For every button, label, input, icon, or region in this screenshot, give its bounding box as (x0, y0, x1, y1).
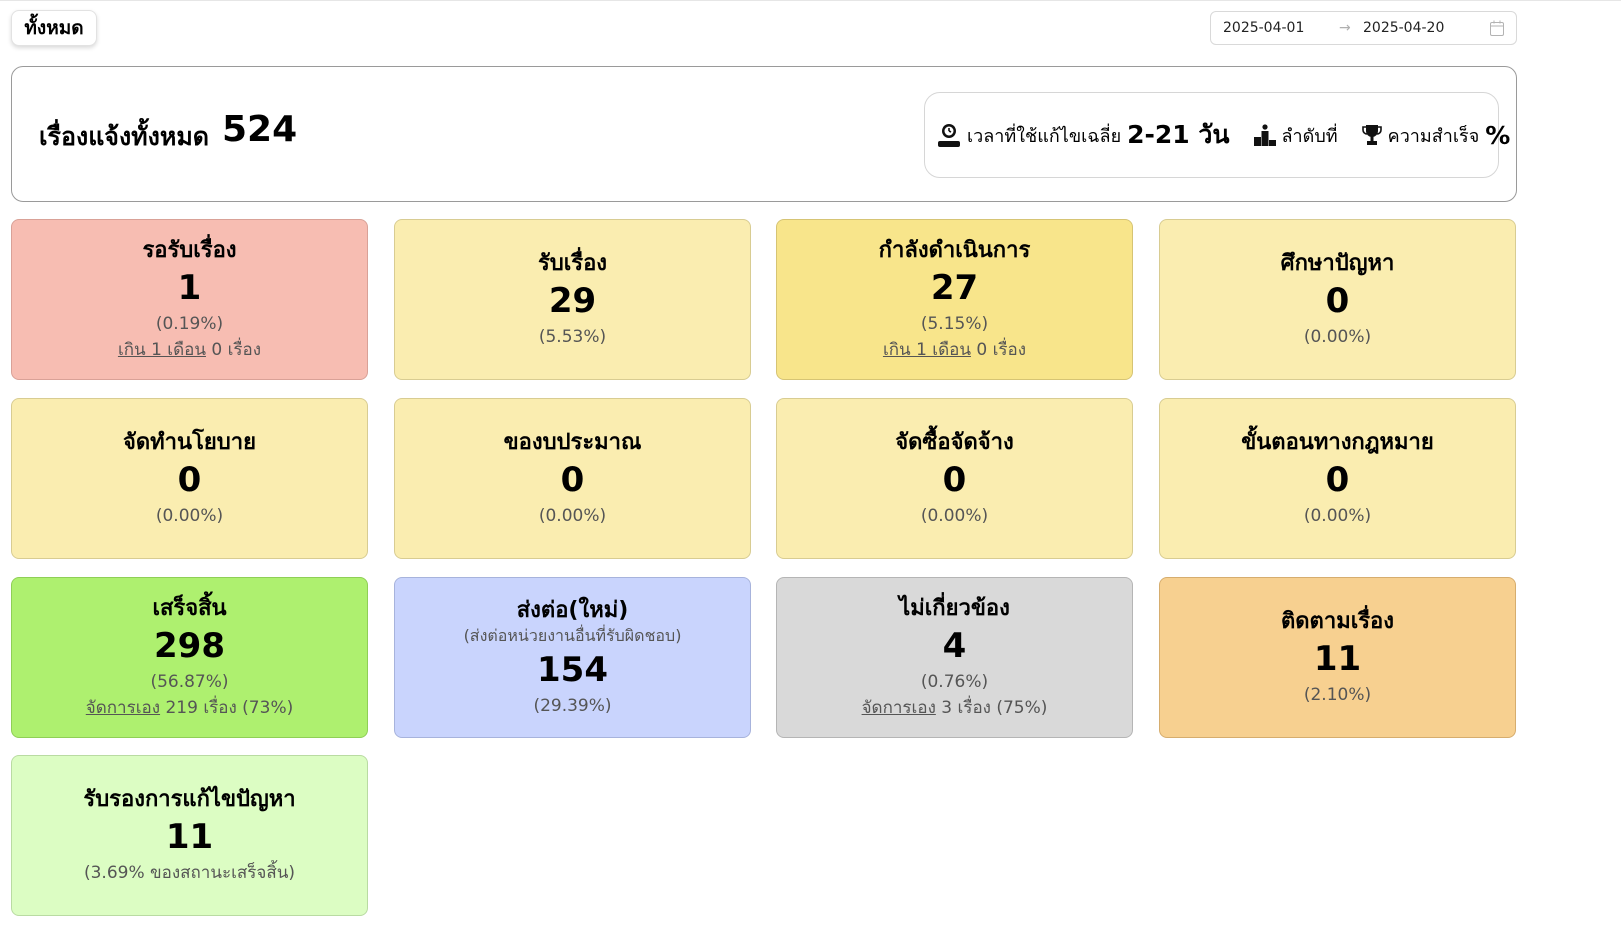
card-title: ศึกษาปัญหา (1280, 250, 1395, 276)
card-extra-count: 0 เรื่อง (970, 339, 1027, 360)
card-title: รับรองการแก้ไขปัญหา (83, 786, 296, 812)
card-percentage: (5.15%) (920, 313, 989, 334)
status-card-procurement[interactable]: จัดซื้อจัดจ้าง 0 (0.00%) (776, 398, 1133, 559)
over-one-month-link[interactable]: เกิน 1 เดือน (883, 340, 971, 360)
card-count: 298 (154, 625, 225, 666)
card-percentage: (2.10%) (1303, 684, 1372, 705)
card-extra-count: 3 เรื่อง (75%) (935, 697, 1048, 718)
card-title: กำลังดำเนินการ (878, 237, 1031, 263)
success-value: % (1485, 120, 1511, 150)
card-title: ของบประมาณ (503, 429, 642, 455)
status-card-waiting[interactable]: รอรับเรื่อง 1 (0.19%) เกิน 1 เดือน 0 เรื… (11, 219, 368, 380)
card-subtitle: (ส่งต่อหน่วยงานอื่นที่รับผิดชอบ) (463, 625, 682, 645)
card-title: จัดทำนโยบาย (123, 429, 256, 455)
card-percentage: (0.19%) (155, 313, 224, 334)
card-percentage: (0.00%) (1303, 505, 1372, 526)
podium-icon (1253, 124, 1276, 146)
avg-time-label: เวลาที่ใช้แก้ไขเฉลี่ย (967, 125, 1122, 147)
stats-box: เวลาที่ใช้แก้ไขเฉลี่ย 2-21 วัน ลำดับที่ … (924, 92, 1510, 178)
card-title: รับเรื่อง (537, 250, 608, 276)
rank-stat: ลำดับที่ (1253, 115, 1338, 155)
top-divider (0, 0, 1621, 1)
self-handled-link[interactable]: จัดการเอง (862, 698, 936, 718)
summary-panel: เรื่องแจ้งทั้งหมด 524 เวลาที่ใช้แก้ไขเฉล… (11, 66, 1517, 202)
timer-icon (938, 124, 960, 147)
card-count: 27 (930, 267, 979, 308)
card-extra-count: 0 เรื่อง (205, 339, 262, 360)
status-card-forwarded[interactable]: ส่งต่อ(ใหม่) (ส่งต่อหน่วยงานอื่นที่รับผิ… (394, 577, 751, 738)
status-card-follow-up[interactable]: ติดตามเรื่อง 11 (2.10%) (1159, 577, 1516, 738)
end-date-input[interactable]: 2025-04-20 (1361, 20, 1481, 36)
status-card-done[interactable]: เสร็จสิ้น 298 (56.87%) จัดการเอง 219 เรื… (11, 577, 368, 738)
card-title: รอรับเรื่อง (142, 237, 237, 263)
card-extra: เกิน 1 เดือน 0 เรื่อง (118, 337, 261, 363)
card-extra: จัดการเอง 3 เรื่อง (75%) (862, 695, 1048, 721)
card-count: 4 (942, 625, 967, 666)
card-title: ส่งต่อ(ใหม่) (516, 597, 629, 623)
card-percentage: (29.39%) (533, 695, 612, 716)
status-card-study[interactable]: ศึกษาปัญหา 0 (0.00%) (1159, 219, 1516, 380)
card-percentage: (0.00%) (538, 505, 607, 526)
rank-label: ลำดับที่ (1281, 125, 1338, 147)
start-date-input[interactable]: 2025-04-01 (1211, 20, 1339, 36)
avg-time-stat: เวลาที่ใช้แก้ไขเฉลี่ย 2-21 วัน (937, 115, 1230, 155)
card-percentage: (56.87%) (150, 671, 229, 692)
status-card-unrelated[interactable]: ไม่เกี่ยวข้อง 4 (0.76%) จัดการเอง 3 เรื่… (776, 577, 1133, 738)
card-extra: เกิน 1 เดือน 0 เรื่อง (883, 337, 1026, 363)
date-range-picker[interactable]: 2025-04-01 → 2025-04-20 (1210, 11, 1517, 45)
trophy-icon (1361, 125, 1382, 145)
card-count: 11 (1313, 638, 1362, 679)
card-title: ไม่เกี่ยวข้อง (899, 595, 1010, 621)
card-percentage: (5.53%) (538, 326, 607, 347)
card-extra-count: 219 เรื่อง (73%) (160, 697, 294, 718)
card-percentage: (0.00%) (1303, 326, 1372, 347)
card-count: 0 (1325, 459, 1350, 500)
status-card-in-progress[interactable]: กำลังดำเนินการ 27 (5.15%) เกิน 1 เดือน 0… (776, 219, 1133, 380)
card-title: จัดซื้อจัดจ้าง (895, 429, 1014, 455)
status-card-received[interactable]: รับเรื่อง 29 (5.53%) (394, 219, 751, 380)
status-card-certified[interactable]: รับรองการแก้ไขปัญหา 11 (3.69% ของสถานะเส… (11, 755, 368, 916)
card-title: เสร็จสิ้น (152, 595, 227, 621)
card-extra: จัดการเอง 219 เรื่อง (73%) (86, 695, 293, 721)
over-one-month-link[interactable]: เกิน 1 เดือน (118, 340, 206, 360)
success-stat: ความสำเร็จ % (1361, 115, 1511, 155)
total-reports-label: เรื่องแจ้งทั้งหมด (39, 122, 210, 151)
card-count: 154 (537, 649, 608, 690)
status-card-legal[interactable]: ขั้นตอนทางกฎหมาย 0 (0.00%) (1159, 398, 1516, 559)
success-label: ความสำเร็จ (1387, 125, 1480, 147)
status-card-budget[interactable]: ของบประมาณ 0 (0.00%) (394, 398, 751, 559)
self-handled-link[interactable]: จัดการเอง (86, 698, 160, 718)
card-count: 29 (548, 280, 597, 321)
status-card-policy[interactable]: จัดทำนโยบาย 0 (0.00%) (11, 398, 368, 559)
card-count: 11 (165, 816, 214, 857)
card-title: ขั้นตอนทางกฎหมาย (1241, 429, 1434, 455)
filter-all-button[interactable]: ทั้งหมด (11, 10, 97, 46)
total-reports-count: 524 (222, 109, 298, 150)
card-title: ติดตามเรื่อง (1280, 608, 1394, 634)
card-count: 0 (1325, 280, 1350, 321)
card-percentage: (0.76%) (920, 671, 989, 692)
card-percentage: (0.00%) (920, 505, 989, 526)
card-percentage: (3.69% ของสถานะเสร็จสิ้น) (83, 862, 296, 883)
card-count: 0 (942, 459, 967, 500)
calendar-icon[interactable] (1490, 20, 1504, 36)
card-count: 0 (560, 459, 585, 500)
card-count: 0 (177, 459, 202, 500)
avg-time-value: 2-21 วัน (1127, 120, 1230, 149)
card-percentage: (0.00%) (155, 505, 224, 526)
card-count: 1 (177, 267, 202, 308)
arrow-right-icon: → (1339, 20, 1351, 36)
